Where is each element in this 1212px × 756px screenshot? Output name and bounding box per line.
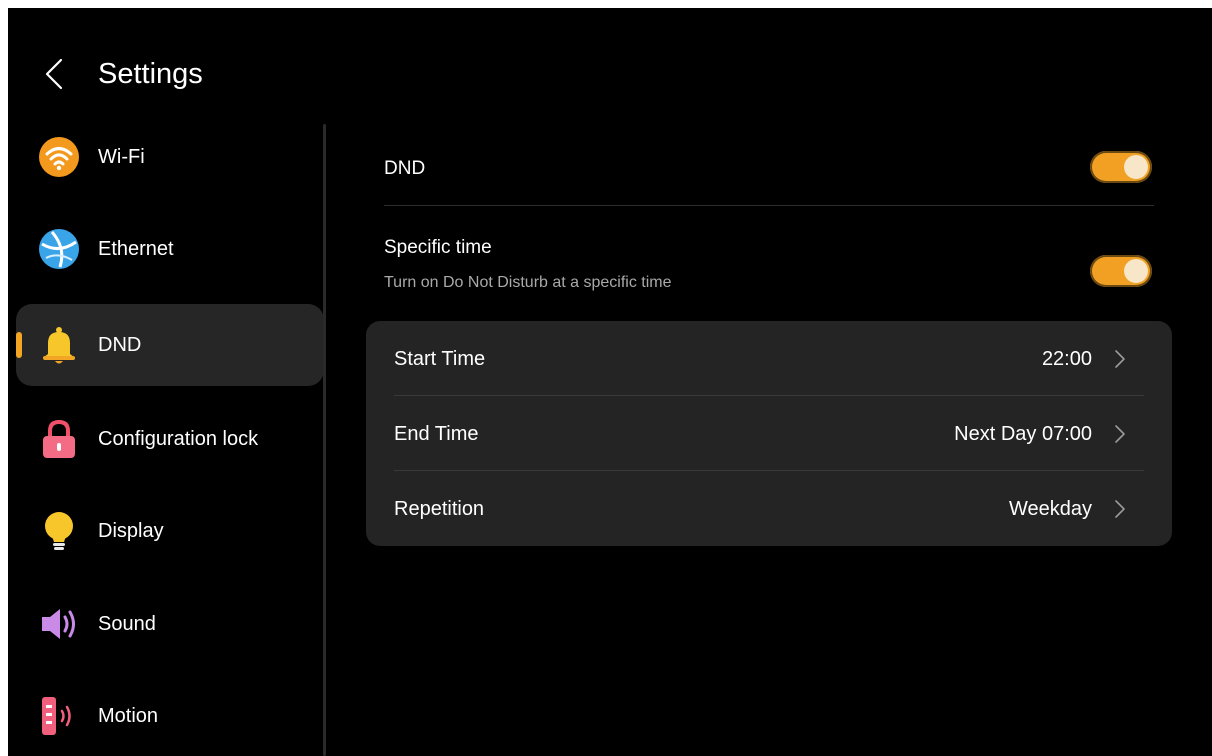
dnd-toggle[interactable]	[1090, 151, 1152, 183]
sidebar-item-display[interactable]: Display	[16, 490, 324, 572]
end-time-label: End Time	[394, 423, 479, 445]
sidebar-item-label: Configuration lock	[98, 428, 259, 450]
schedule-card: Start Time 22:00 End Time Next Day 07:00…	[366, 321, 1172, 546]
sidebar-item-dnd[interactable]: DND	[16, 304, 324, 386]
divider	[384, 205, 1154, 206]
sidebar-item-configuration-lock[interactable]: Configuration lock	[16, 398, 324, 480]
sidebar-item-label: Display	[98, 520, 164, 542]
page-title: Settings	[98, 58, 203, 90]
specific-time-toggle[interactable]	[1090, 255, 1152, 287]
repetition-row[interactable]: Repetition Weekday	[366, 471, 1172, 546]
chevron-left-icon	[45, 58, 63, 90]
lightbulb-icon	[38, 510, 80, 552]
chevron-right-icon	[1115, 425, 1125, 443]
sidebar-item-label: Sound	[98, 613, 156, 635]
repetition-value: Weekday	[1008, 498, 1092, 520]
bell-icon	[38, 324, 80, 366]
chevron-right-icon	[1115, 350, 1125, 368]
start-time-label: Start Time	[394, 348, 486, 370]
sidebar-item-label: Motion	[98, 705, 159, 727]
sidebar-item-label: Ethernet	[98, 238, 174, 260]
dnd-settings-panel: DND Specific time Turn on Do Not Disturb…	[324, 118, 1212, 756]
sidebar-item-label: Wi-Fi	[98, 146, 145, 168]
end-time-row[interactable]: End Time Next Day 07:00	[366, 396, 1172, 471]
active-indicator	[16, 332, 22, 358]
settings-screen: Settings Wi-Fi Ethernet DND Configuratio…	[8, 8, 1212, 756]
globe-icon	[38, 228, 80, 270]
toggle-knob	[1124, 155, 1148, 179]
specific-time-label: Specific time	[384, 237, 492, 258]
toggle-knob	[1124, 259, 1148, 283]
lock-icon	[38, 418, 80, 460]
back-button[interactable]	[36, 54, 72, 94]
chevron-right-icon	[1115, 500, 1125, 518]
dnd-label: DND	[384, 158, 426, 179]
sidebar-item-motion[interactable]: Motion	[16, 675, 324, 756]
specific-time-description: Turn on Do Not Disturb at a specific tim…	[384, 274, 672, 291]
speaker-icon	[38, 603, 80, 645]
sidebar: Wi-Fi Ethernet DND Configuration lock Di…	[8, 118, 324, 756]
sidebar-item-sound[interactable]: Sound	[16, 583, 324, 665]
sidebar-item-label: DND	[98, 334, 142, 356]
start-time-row[interactable]: Start Time 22:00	[366, 321, 1172, 396]
repetition-label: Repetition	[394, 498, 485, 520]
sidebar-item-ethernet[interactable]: Ethernet	[16, 208, 324, 290]
motion-sensor-icon	[38, 695, 80, 737]
sidebar-item-wifi[interactable]: Wi-Fi	[16, 116, 324, 198]
wifi-icon	[38, 136, 80, 178]
header: Settings	[8, 8, 1212, 128]
start-time-value: 22:00	[1041, 348, 1092, 370]
end-time-value: Next Day 07:00	[954, 423, 1092, 445]
